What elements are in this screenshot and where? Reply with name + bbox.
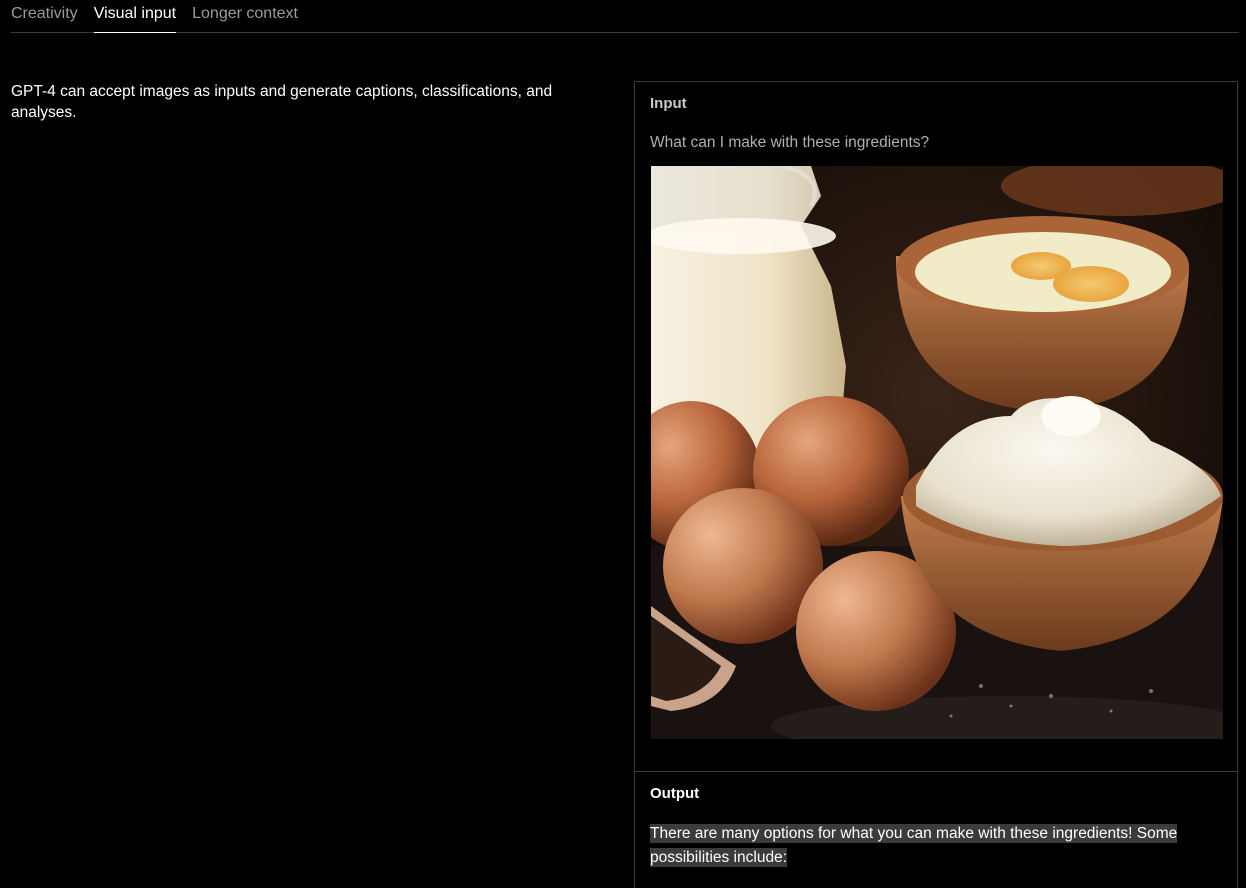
output-label: Output — [650, 785, 700, 802]
input-prompt: What can I make with these ingredients? — [650, 134, 930, 151]
output-text: There are many options for what you can … — [650, 822, 1210, 870]
tab-longer-context[interactable]: Longer context — [192, 0, 298, 32]
output-text-highlight: There are many options for what you can … — [650, 824, 1178, 867]
section-divider — [635, 771, 1237, 772]
tab-bar: Creativity Visual input Longer context — [11, 0, 1239, 33]
page: Creativity Visual input Longer context G… — [0, 0, 1246, 888]
tab-creativity[interactable]: Creativity — [11, 0, 78, 32]
example-panel: Input What can I make with these ingredi… — [634, 81, 1238, 888]
input-label: Input — [650, 95, 687, 112]
feature-description: GPT-4 can accept images as inputs and ge… — [11, 83, 553, 121]
ingredients-photo — [651, 166, 1223, 739]
tab-visual-input[interactable]: Visual input — [93, 0, 177, 33]
ingredients-illustration — [651, 166, 1223, 739]
